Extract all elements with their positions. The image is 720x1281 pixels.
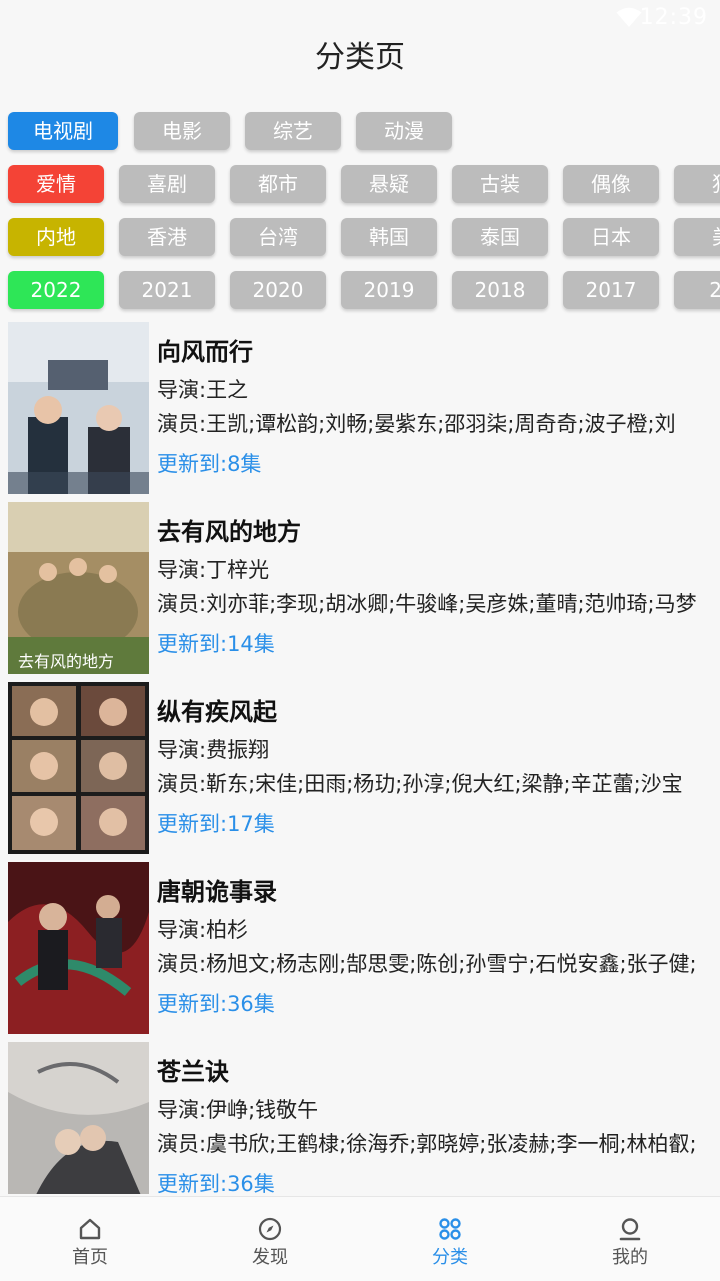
user-icon [619, 1218, 641, 1241]
show-update-status: 更新到:8集 [157, 452, 262, 476]
list-item[interactable]: 去有风的地方 去有风的地方 导演:丁梓光 演员:刘亦菲;李现;胡冰卿;牛骏峰;吴… [0, 502, 720, 674]
show-title: 苍兰诀 [157, 1058, 229, 1086]
poster-image[interactable]: 去有风的地方 [8, 502, 149, 674]
filter-year-2018[interactable]: 2018 [452, 271, 548, 309]
home-icon [79, 1218, 101, 1240]
list-item[interactable]: 苍兰诀 导演:伊峥;钱敬午 演员:虞书欣;王鹤棣;徐海乔;郭晓婷;张凌赫;李一桐… [0, 1042, 720, 1194]
show-title: 向风而行 [157, 338, 253, 366]
filter-year-2017[interactable]: 2017 [563, 271, 659, 309]
show-cast: 演员:虞书欣;王鹤棣;徐海乔;郭晓婷;张凌赫;李一桐;林柏叡; [157, 1132, 697, 1156]
show-director: 导演:丁梓光 [157, 558, 270, 582]
show-director: 导演:伊峥;钱敬午 [157, 1098, 319, 1122]
filter-year-2022[interactable]: 2022 [8, 271, 104, 309]
show-list: 向风而行 导演:王之 演员:王凯;谭松韵;刘畅;晏紫东;邵羽柒;周奇奇;波子橙;… [0, 322, 720, 1194]
filter-region-hongkong[interactable]: 香港 [119, 218, 215, 256]
filter-year-2021[interactable]: 2021 [119, 271, 215, 309]
filter-type-variety[interactable]: 综艺 [245, 112, 341, 150]
status-time: 12:39 [639, 5, 708, 30]
filter-region-usa[interactable]: 美 [674, 218, 720, 256]
show-cast: 演员:王凯;谭松韵;刘畅;晏紫东;邵羽柒;周奇奇;波子橙;刘 [157, 412, 676, 436]
show-cast: 演员:刘亦菲;李现;胡冰卿;牛骏峰;吴彦姝;董晴;范帅琦;马梦 [157, 592, 697, 616]
filter-type-anime[interactable]: 动漫 [356, 112, 452, 150]
tab-profile[interactable]: 我的 [540, 1197, 720, 1281]
show-update-status: 更新到:17集 [157, 812, 275, 836]
poster-image[interactable] [8, 682, 149, 854]
filter-region-mainland[interactable]: 内地 [8, 218, 104, 256]
tab-label: 发现 [252, 1247, 288, 1268]
filter-year-2019[interactable]: 2019 [341, 271, 437, 309]
filter-genre-romance[interactable]: 爱情 [8, 165, 104, 203]
filter-genre-idol[interactable]: 偶像 [563, 165, 659, 203]
show-update-status: 更新到:14集 [157, 632, 275, 656]
list-item[interactable]: 向风而行 导演:王之 演员:王凯;谭松韵;刘畅;晏紫东;邵羽柒;周奇奇;波子橙;… [0, 322, 720, 494]
tab-home[interactable]: 首页 [0, 1197, 180, 1281]
show-director: 导演:柏杉 [157, 918, 249, 942]
poster-image[interactable] [8, 322, 149, 494]
tab-label: 分类 [432, 1247, 468, 1268]
filter-genre-comedy[interactable]: 喜剧 [119, 165, 215, 203]
poster-image[interactable] [8, 1042, 149, 1194]
filter-region-thailand[interactable]: 泰国 [452, 218, 548, 256]
show-title: 纵有疾风起 [157, 698, 277, 726]
filter-region-taiwan[interactable]: 台湾 [230, 218, 326, 256]
filter-type-tv[interactable]: 电视剧 [8, 112, 118, 150]
wifi-icon [616, 7, 642, 27]
filter-genre-mystery[interactable]: 悬疑 [341, 165, 437, 203]
compass-icon [258, 1217, 282, 1241]
show-update-status: 更新到:36集 [157, 1172, 275, 1194]
filter-genre-crime[interactable]: 犯 [674, 165, 720, 203]
tab-discover[interactable]: 发现 [180, 1197, 360, 1281]
show-director: 导演:王之 [157, 378, 249, 402]
filter-genre-urban[interactable]: 都市 [230, 165, 326, 203]
status-bar: 12:39 [0, 0, 720, 34]
show-update-status: 更新到:36集 [157, 992, 275, 1016]
list-item[interactable]: 纵有疾风起 导演:费振翔 演员:靳东;宋佳;田雨;杨玏;孙淳;倪大红;梁静;辛芷… [0, 682, 720, 854]
show-title: 去有风的地方 [157, 518, 301, 546]
filter-year-2020[interactable]: 2020 [230, 271, 326, 309]
filter-panel: 电视剧 电影 综艺 动漫 爱情 喜剧 都市 悬疑 古装 偶像 犯 内地 香港 台… [0, 110, 720, 315]
bottom-nav: 首页 发现 分类 我的 [0, 1196, 720, 1281]
show-cast: 演员:杨旭文;杨志刚;郜思雯;陈创;孙雪宁;石悦安鑫;张子健; [157, 952, 697, 976]
tab-category[interactable]: 分类 [360, 1197, 540, 1281]
filter-type-movie[interactable]: 电影 [134, 112, 230, 150]
show-director: 导演:费振翔 [157, 738, 270, 762]
filter-region-korea[interactable]: 韩国 [341, 218, 437, 256]
filter-genre-costume[interactable]: 古装 [452, 165, 548, 203]
list-item[interactable]: 唐朝诡事录 导演:柏杉 演员:杨旭文;杨志刚;郜思雯;陈创;孙雪宁;石悦安鑫;张… [0, 862, 720, 1034]
tab-label: 首页 [72, 1247, 108, 1268]
filter-year-more[interactable]: 20 [674, 271, 720, 309]
filter-region-japan[interactable]: 日本 [563, 218, 659, 256]
page-title: 分类页 [315, 40, 405, 75]
show-cast: 演员:靳东;宋佳;田雨;杨玏;孙淳;倪大红;梁静;辛芷蕾;沙宝 [157, 772, 683, 796]
show-title: 唐朝诡事录 [157, 878, 277, 906]
svg-text:去有风的地方: 去有风的地方 [18, 652, 114, 671]
poster-image[interactable] [8, 862, 149, 1034]
tab-label: 我的 [612, 1247, 648, 1268]
grid-icon [439, 1218, 461, 1240]
header: 分类页 [0, 34, 720, 94]
